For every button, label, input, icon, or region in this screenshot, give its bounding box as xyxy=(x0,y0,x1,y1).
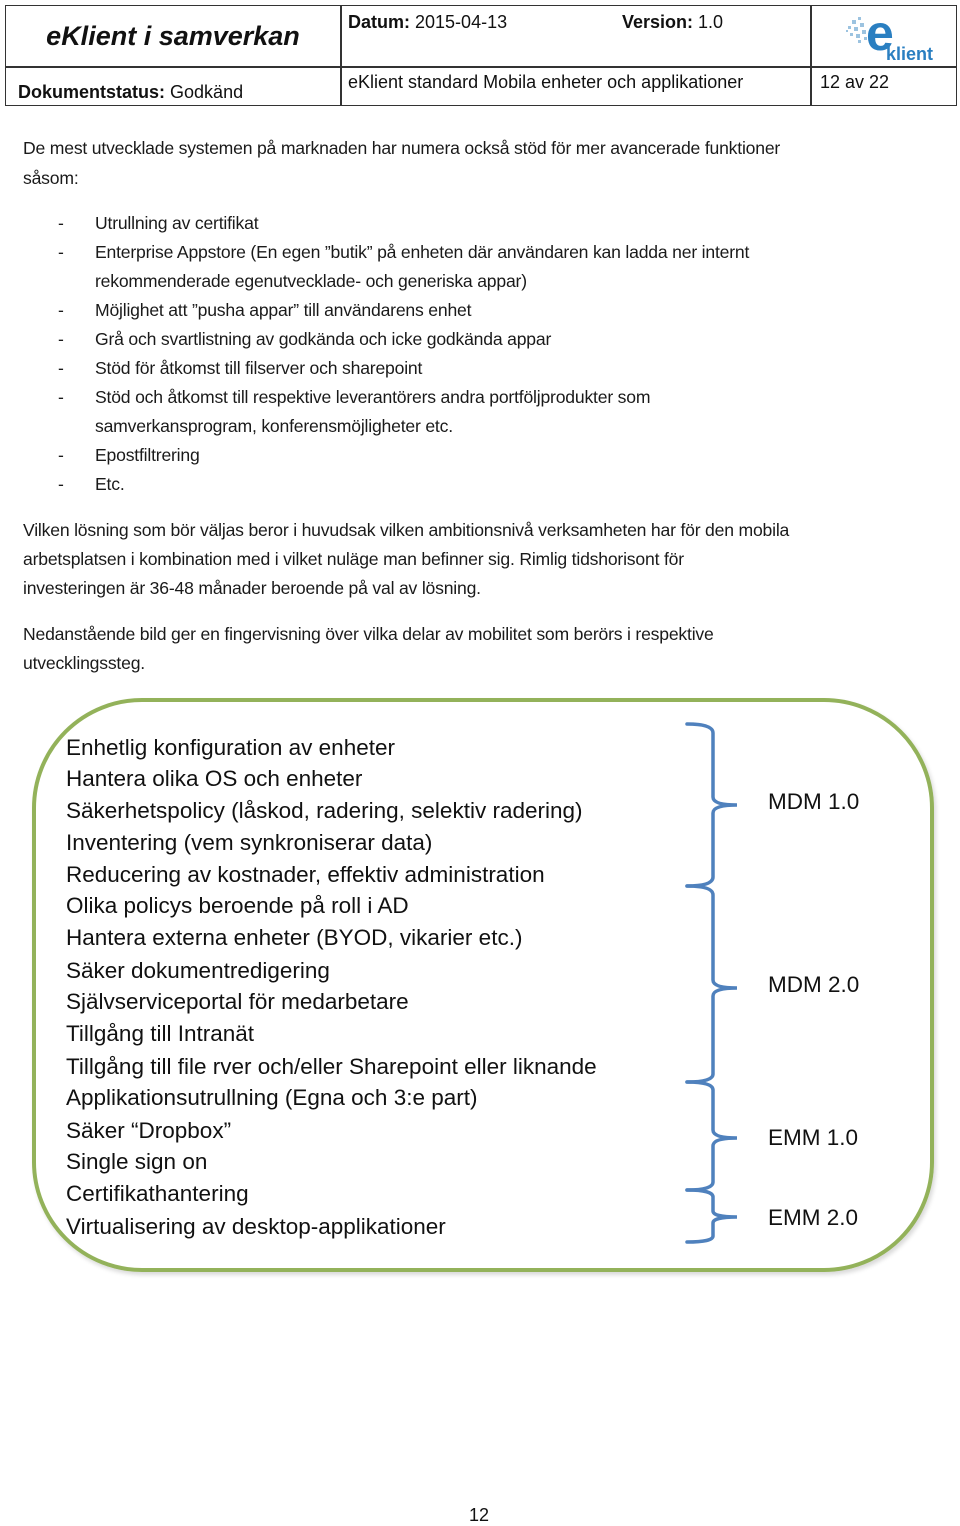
bullet-dash: - xyxy=(58,445,64,465)
feature-item: Säker “Dropbox” xyxy=(66,1118,232,1143)
bullet-dash: - xyxy=(58,474,64,494)
list-item-text: rekommenderade egenutvecklade- och gener… xyxy=(95,271,527,291)
stage-label-emm-2: EMM 2.0 xyxy=(768,1205,859,1230)
eklient-logo-icon: e klient xyxy=(846,5,933,64)
bullet-dash: - xyxy=(58,358,64,378)
document-status: Dokumentstatus: Godkänd xyxy=(18,82,243,103)
date-label: Datum: xyxy=(348,12,410,32)
list-item-text: Stöd för åtkomst till filserver och shar… xyxy=(95,358,423,378)
stage-label-emm-1: EMM 1.0 xyxy=(768,1125,859,1150)
list-item-text: Etc. xyxy=(95,474,125,494)
feature-item: Säkerhetspolicy (låskod, radering, selek… xyxy=(66,798,583,823)
document-version: Version: 1.0 xyxy=(622,12,723,33)
list-item-text: Stöd och åtkomst till respektive leveran… xyxy=(95,387,651,407)
version-label: Version: xyxy=(622,12,694,32)
feature-item: Olika policys beroende på roll i AD xyxy=(66,893,409,918)
version-value: 1.0 xyxy=(698,12,724,32)
page-count: 12 av 22 xyxy=(820,72,890,92)
feature-item: Tillgång till file rver och/eller Sharep… xyxy=(66,1054,597,1079)
paragraph-3-line-2: utvecklingssteg. xyxy=(23,653,145,673)
list-item-text: Enterprise Appstore (En egen ”butik” på … xyxy=(95,242,750,262)
feature-item: Hantera olika OS och enheter xyxy=(66,766,363,791)
feature-item: Självserviceportal för medarbetare xyxy=(66,989,409,1014)
feature-item: Certifikathantering xyxy=(66,1181,249,1206)
list-item-text: Utrullning av certifikat xyxy=(95,213,259,233)
feature-item: Hantera externa enheter (BYOD, vikarier … xyxy=(66,925,523,950)
list-item-text: samverkansprogram, konferensmöjligheter … xyxy=(95,416,453,436)
page-number: 12 xyxy=(469,1505,490,1525)
intro-line-2: såsom: xyxy=(23,168,79,188)
paragraph-2-line-3: investeringen är 36-48 månader beroende … xyxy=(23,578,481,598)
svg-text:klient: klient xyxy=(886,44,933,64)
paragraph-3-line-1: Nedanstående bild ger en fingervisning ö… xyxy=(23,624,714,644)
header-divider xyxy=(810,6,812,106)
eklient-logo: e klient xyxy=(838,5,948,64)
status-value: Godkänd xyxy=(170,82,244,102)
feature-item: Virtualisering av desktop-applikationer xyxy=(66,1214,446,1239)
feature-item: Tillgång till Intranät xyxy=(66,1021,255,1046)
bullet-dash: - xyxy=(58,242,64,262)
paragraph-2-line-2: arbetsplatsen i kombination med i vilket… xyxy=(23,549,684,569)
document-date: Datum: 2015-04-13 xyxy=(348,12,507,33)
bullet-dash: - xyxy=(58,387,64,407)
feature-item: Applikationsutrullning (Egna och 3:e par… xyxy=(66,1085,478,1110)
status-label: Dokumentstatus: xyxy=(18,82,166,102)
bullet-dash: - xyxy=(58,213,64,233)
header-divider xyxy=(6,66,956,68)
list-item-text: Grå och svartlistning av godkända och ic… xyxy=(95,329,552,349)
bullet-dash: - xyxy=(58,329,64,349)
document-header: eKlient i samverkan Datum: 2015-04-13 Ve… xyxy=(5,5,957,106)
bullet-dash: - xyxy=(58,300,64,320)
header-divider xyxy=(340,6,342,106)
feature-item: Enhetlig konfiguration av enheter xyxy=(66,735,395,760)
intro-line-1: De mest utvecklade systemen på marknaden… xyxy=(23,138,781,158)
feature-item: Säker dokumentredigering xyxy=(66,958,330,983)
feature-item: Inventering (vem synkroniserar data) xyxy=(66,830,433,855)
feature-item: Single sign on xyxy=(66,1149,208,1174)
document-title: eKlient i samverkan xyxy=(46,20,300,51)
feature-item: Reducering av kostnader, effektiv admini… xyxy=(66,862,545,887)
document-name: eKlient standard Mobila enheter och appl… xyxy=(348,72,744,92)
paragraph-2-line-1: Vilken lösning som bör väljas beror i hu… xyxy=(23,520,790,540)
stage-label-mdm-1: MDM 1.0 xyxy=(768,789,860,814)
list-item-text: Epostfiltrering xyxy=(95,445,200,465)
date-value: 2015-04-13 xyxy=(415,12,508,32)
stage-label-mdm-2: MDM 2.0 xyxy=(768,972,860,997)
list-item-text: Möjlighet att ”pusha appar” till använda… xyxy=(95,300,472,320)
